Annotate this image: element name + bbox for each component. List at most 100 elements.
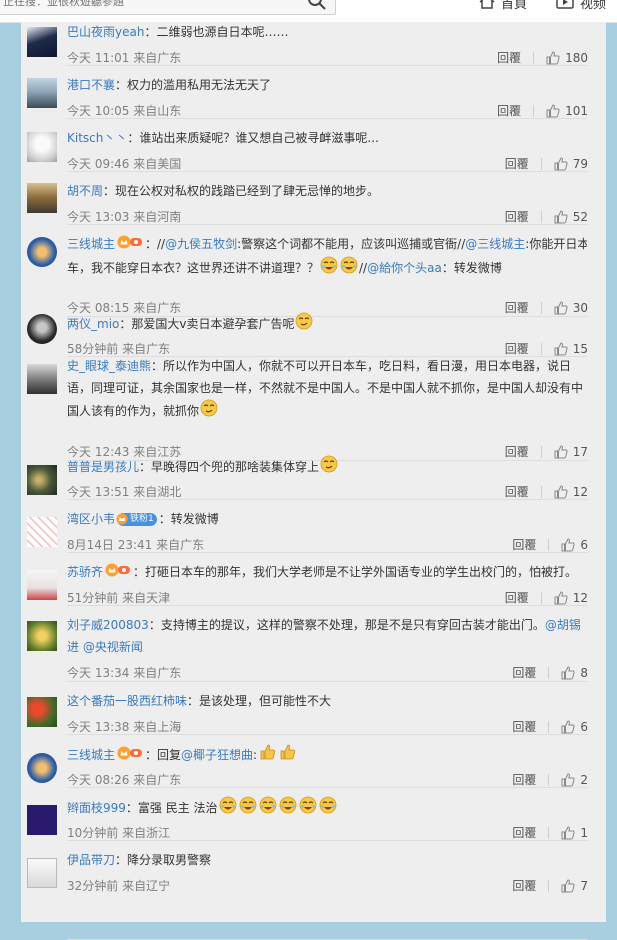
reply-button[interactable]: 回覆 [505, 589, 529, 606]
thumbs-up-icon [546, 103, 560, 117]
search-box[interactable] [0, 0, 336, 15]
avatar[interactable] [27, 570, 57, 600]
avatar[interactable] [27, 753, 57, 783]
like-button[interactable]: 6 [561, 538, 588, 552]
thumbs-up-icon [554, 156, 568, 170]
reply-button[interactable]: 回覆 [505, 155, 529, 172]
action-separator [548, 773, 550, 786]
avatar[interactable] [27, 697, 57, 727]
thumbs-up-icon [554, 590, 568, 604]
avatar[interactable] [27, 465, 57, 495]
comment-text: 湾区小韦 铁粉1 ：转发微博 [67, 508, 587, 530]
like-button[interactable]: 1 [561, 826, 588, 840]
avatar[interactable] [27, 805, 57, 835]
reply-button[interactable]: 回覆 [512, 718, 536, 735]
like-button[interactable]: 52 [554, 210, 588, 224]
comment-meta: 今天 10:05 来自山东 [67, 104, 182, 118]
comment-text: 两仪_mio：那爱国大v卖日本避孕套广告呢 [67, 312, 587, 337]
avatar[interactable] [27, 314, 57, 344]
search-icon[interactable] [307, 0, 327, 11]
comment-text-segment: ：富强 民主 法治 [125, 801, 218, 815]
username-link[interactable]: 两仪_mio [67, 317, 119, 331]
emoji-glyph [320, 256, 338, 273]
reply-button[interactable]: 回覆 [512, 664, 536, 681]
username-link[interactable]: 苏骄齐 [67, 565, 103, 579]
username-link[interactable]: 三线城主 [67, 237, 115, 251]
comment-text: 语，同理可证，其余国家也是一样，不然就不是中国人。不是中国人就不抓你，是中国人却… [67, 377, 587, 399]
reply-button[interactable]: 回覆 [512, 771, 536, 788]
like-button[interactable]: 180 [546, 51, 588, 65]
avatar[interactable] [27, 132, 57, 162]
comment-meta: 10分钟前 来自浙江 [67, 826, 171, 840]
comment-meta: 今天 11:01 来自广东 [67, 51, 182, 65]
comment-text: 车，我不能穿日本衣？这世界还讲不讲道理？？ //@給你个头aa：转发微博 [67, 256, 587, 281]
like-button[interactable]: 79 [554, 157, 588, 171]
emoji-glyph [239, 796, 256, 814]
emoji-glyph [319, 796, 336, 814]
reply-button[interactable]: 回覆 [512, 824, 536, 841]
comment-text: 国人该有的作为，就抓你 [67, 399, 587, 424]
avatar[interactable] [27, 27, 57, 57]
action-separator [548, 720, 550, 733]
avatar[interactable] [27, 237, 57, 267]
nav-home[interactable]: 首頁 [479, 0, 527, 12]
username-link[interactable]: 湾区小韦 [67, 512, 115, 526]
username-link[interactable]: Kitsch丶丶 [67, 131, 127, 145]
like-button[interactable]: 12 [554, 485, 588, 499]
username-link[interactable]: 辫面枝999 [67, 801, 126, 815]
reply-button[interactable]: 回覆 [505, 483, 529, 500]
username-link[interactable]: 港口不襄 [67, 78, 115, 92]
search-input[interactable] [3, 0, 293, 10]
mention-link[interactable]: 进 @央视新闻 [67, 640, 143, 654]
laughing-emoji-icon [219, 796, 237, 821]
mention-link[interactable]: @胡锡 [545, 618, 581, 632]
like-button[interactable]: 2 [561, 773, 588, 787]
avatar[interactable] [27, 858, 57, 888]
reply-button[interactable]: 回覆 [497, 102, 521, 119]
avatar[interactable] [27, 78, 57, 108]
avatar[interactable] [27, 517, 57, 547]
emoji-glyph [259, 796, 276, 814]
action-separator [533, 104, 535, 117]
reply-button[interactable]: 回覆 [512, 536, 536, 553]
like-button[interactable]: 7 [561, 879, 588, 893]
avatar[interactable] [27, 364, 57, 394]
username-link[interactable]: 这个番茄一股西红柿味 [67, 694, 187, 708]
action-separator [540, 210, 542, 223]
mention-link[interactable]: @九侯五牧剑 [165, 237, 237, 251]
comment-text: 苏骄齐 ：打砸日本车的那年，我们大学老师是不让学外国语专业的学生出校门的，怕被打。 [67, 561, 587, 584]
home-icon [479, 0, 495, 9]
reply-button[interactable]: 回覆 [497, 49, 521, 66]
mention-link[interactable]: @椰子狂想曲 [181, 748, 253, 762]
smirk-emoji-icon [320, 455, 338, 480]
comment-meta: 今天 09:46 来自美国 [67, 157, 182, 171]
reply-button[interactable]: 回覆 [512, 877, 536, 894]
action-separator [540, 485, 542, 498]
nav-video[interactable]: 视频 [556, 0, 606, 12]
like-button[interactable]: 12 [554, 591, 588, 605]
username-link[interactable]: 伊品带刀 [67, 853, 115, 867]
reply-button[interactable]: 回覆 [505, 208, 529, 225]
like-button[interactable]: 6 [561, 720, 588, 734]
comment-text-segment: ：所以作为中国人，你就不可以开日本车，吃日料，看日漫，用日本电器，说日 [151, 359, 572, 373]
like-button[interactable]: 8 [561, 666, 588, 680]
action-separator [548, 879, 550, 892]
mention-link[interactable]: @給你个头aa [367, 261, 442, 275]
avatar[interactable] [27, 183, 57, 213]
thumbs-up-icon [561, 878, 575, 892]
fan-badge-icon [105, 563, 131, 576]
username-link[interactable]: 普普是男孩儿 [67, 460, 139, 474]
username-link[interactable]: 刘子威200803 [67, 618, 149, 632]
fan-badge: 铁粉1 [116, 513, 157, 526]
username-link[interactable]: 三线城主 [67, 748, 115, 762]
username-link[interactable]: 史_眼球_泰迪熊 [67, 359, 151, 373]
like-count: 6 [580, 719, 588, 734]
comment-divider [67, 118, 587, 119]
mention-link[interactable]: @三线城主 [465, 237, 525, 251]
comment-actions: 回覆 12 [505, 589, 588, 606]
username-link[interactable]: 胡不周 [67, 184, 103, 198]
like-button[interactable]: 15 [554, 342, 588, 356]
username-link[interactable]: 巴山夜雨yeah [67, 25, 144, 39]
like-button[interactable]: 101 [546, 104, 588, 118]
avatar[interactable] [27, 621, 57, 651]
